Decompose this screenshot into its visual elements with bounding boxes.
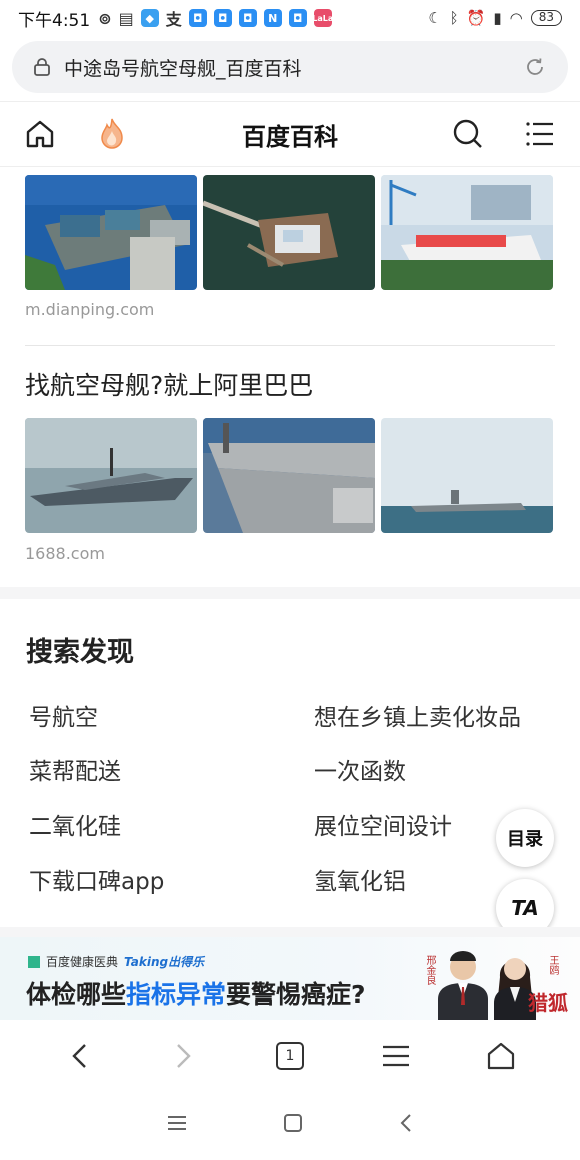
- discover-item[interactable]: 一次函数: [314, 752, 406, 786]
- ad-person-name: 邢金良: [424, 955, 435, 985]
- home-icon[interactable]: [477, 1032, 525, 1080]
- app-icon: ◘: [188, 9, 207, 27]
- page-title[interactable]: 中途岛号航空母舰_百度百科: [64, 54, 524, 81]
- fire-icon[interactable]: [96, 118, 128, 150]
- system-nav-bar: [0, 1095, 580, 1155]
- back-nav-icon[interactable]: [399, 1113, 413, 1137]
- toc-label: 目录: [507, 829, 543, 850]
- section-divider: [0, 587, 580, 599]
- person-photo: [438, 951, 488, 1020]
- lock-icon: [34, 58, 50, 76]
- search-icon[interactable]: [452, 118, 484, 150]
- ad-headline: 体检哪些指标异常要警惕癌症?: [26, 975, 366, 1011]
- result-image[interactable]: [381, 418, 553, 533]
- ta-label: TA: [511, 896, 539, 920]
- menu-icon[interactable]: [524, 118, 556, 150]
- discover-item[interactable]: 下载口碑app: [29, 862, 164, 896]
- menu-icon[interactable]: [372, 1032, 420, 1080]
- site-header: 百度百科: [0, 101, 580, 167]
- app-icon: ◘: [238, 9, 257, 27]
- ad-headline-highlight: 指标异常: [126, 980, 227, 1009]
- address-bar[interactable]: 中途岛号航空母舰_百度百科: [12, 41, 568, 93]
- notification-icons: ⊚ ▤ ◆ 支 ◘ ◘ ◘ N ◘ LaLa: [98, 8, 333, 30]
- result-image[interactable]: [203, 175, 375, 290]
- n-app-icon: N: [263, 9, 282, 27]
- divider: [25, 345, 555, 346]
- section-divider: [0, 927, 580, 937]
- moon-icon: ☾: [428, 9, 442, 27]
- app-icon: ◘: [288, 9, 307, 27]
- forward-icon[interactable]: [160, 1032, 208, 1080]
- result-source[interactable]: m.dianping.com: [25, 300, 154, 319]
- result-title[interactable]: 找航空母舰?就上阿里巴巴: [25, 366, 313, 402]
- app-icon: ◘: [213, 9, 232, 27]
- discover-item[interactable]: 二氧化硅: [29, 807, 121, 841]
- health-logo-icon: [28, 955, 40, 968]
- lala-icon: LaLa: [312, 9, 333, 27]
- wifi-icon: ◠: [509, 9, 523, 27]
- chat-icon: ▤: [118, 8, 134, 28]
- result-image[interactable]: [25, 175, 197, 290]
- toc-button[interactable]: 目录: [496, 809, 554, 867]
- ad-logo: 猎狐: [528, 991, 568, 1015]
- status-time: 下午4:51: [18, 10, 91, 31]
- result-image[interactable]: [203, 418, 375, 533]
- discover-title: 搜索发现: [26, 637, 134, 668]
- discover-item[interactable]: 氢氧化铝: [314, 862, 406, 896]
- reload-icon[interactable]: [524, 56, 546, 78]
- alipay-icon: 支: [165, 10, 182, 29]
- back-icon[interactable]: [55, 1032, 103, 1080]
- result-image[interactable]: [25, 418, 197, 533]
- discover-item[interactable]: 号航空: [29, 698, 98, 732]
- discover-item[interactable]: 菜帮配送: [29, 752, 121, 786]
- browser-toolbar: 1: [0, 1022, 580, 1090]
- bluetooth-icon: ᛒ: [449, 9, 459, 27]
- result-image-row: [25, 175, 553, 290]
- app-icon: ◆: [140, 9, 159, 27]
- ad-headline-pre: 体检哪些: [26, 980, 127, 1009]
- recent-apps-icon[interactable]: [167, 1114, 187, 1136]
- battery-icon: 83: [530, 10, 562, 26]
- system-status-icons: ☾ ᛒ ⏰ ▮ ◠ 83: [428, 9, 562, 27]
- result-source[interactable]: 1688.com: [25, 544, 105, 563]
- ad-brand-tag: Taking出得乐: [124, 955, 205, 969]
- status-bar: 下午4:51 ⊚ ▤ ◆ 支 ◘ ◘ ◘ N ◘ LaLa ☾ ᛒ ⏰ ▮ ◠ …: [0, 0, 580, 36]
- home-icon[interactable]: [24, 118, 56, 150]
- discover-item[interactable]: 展位空间设计: [314, 807, 452, 841]
- tab-count: 1: [285, 1048, 295, 1064]
- weibo-icon: ⊚: [98, 8, 112, 28]
- result-image-row: [25, 418, 553, 533]
- ad-banner[interactable]: 百度健康医典 Taking出得乐 体检哪些指标异常要警惕癌症? 邢金良 王鸥 猎…: [0, 937, 580, 1020]
- ad-brand-name: 百度健康医典: [46, 955, 119, 969]
- ad-headline-post: 要警惕癌症?: [226, 980, 366, 1009]
- result-image[interactable]: [381, 175, 553, 290]
- discover-item[interactable]: 想在乡镇上卖化妆品: [314, 698, 521, 732]
- ad-brand: 百度健康医典 Taking出得乐: [28, 953, 204, 970]
- ad-person-name: 王鸥: [547, 955, 558, 975]
- home-nav-icon[interactable]: [283, 1113, 303, 1137]
- signal-icon: ▮: [493, 9, 502, 27]
- tabs-button[interactable]: 1: [266, 1032, 314, 1080]
- alarm-icon: ⏰: [466, 9, 486, 27]
